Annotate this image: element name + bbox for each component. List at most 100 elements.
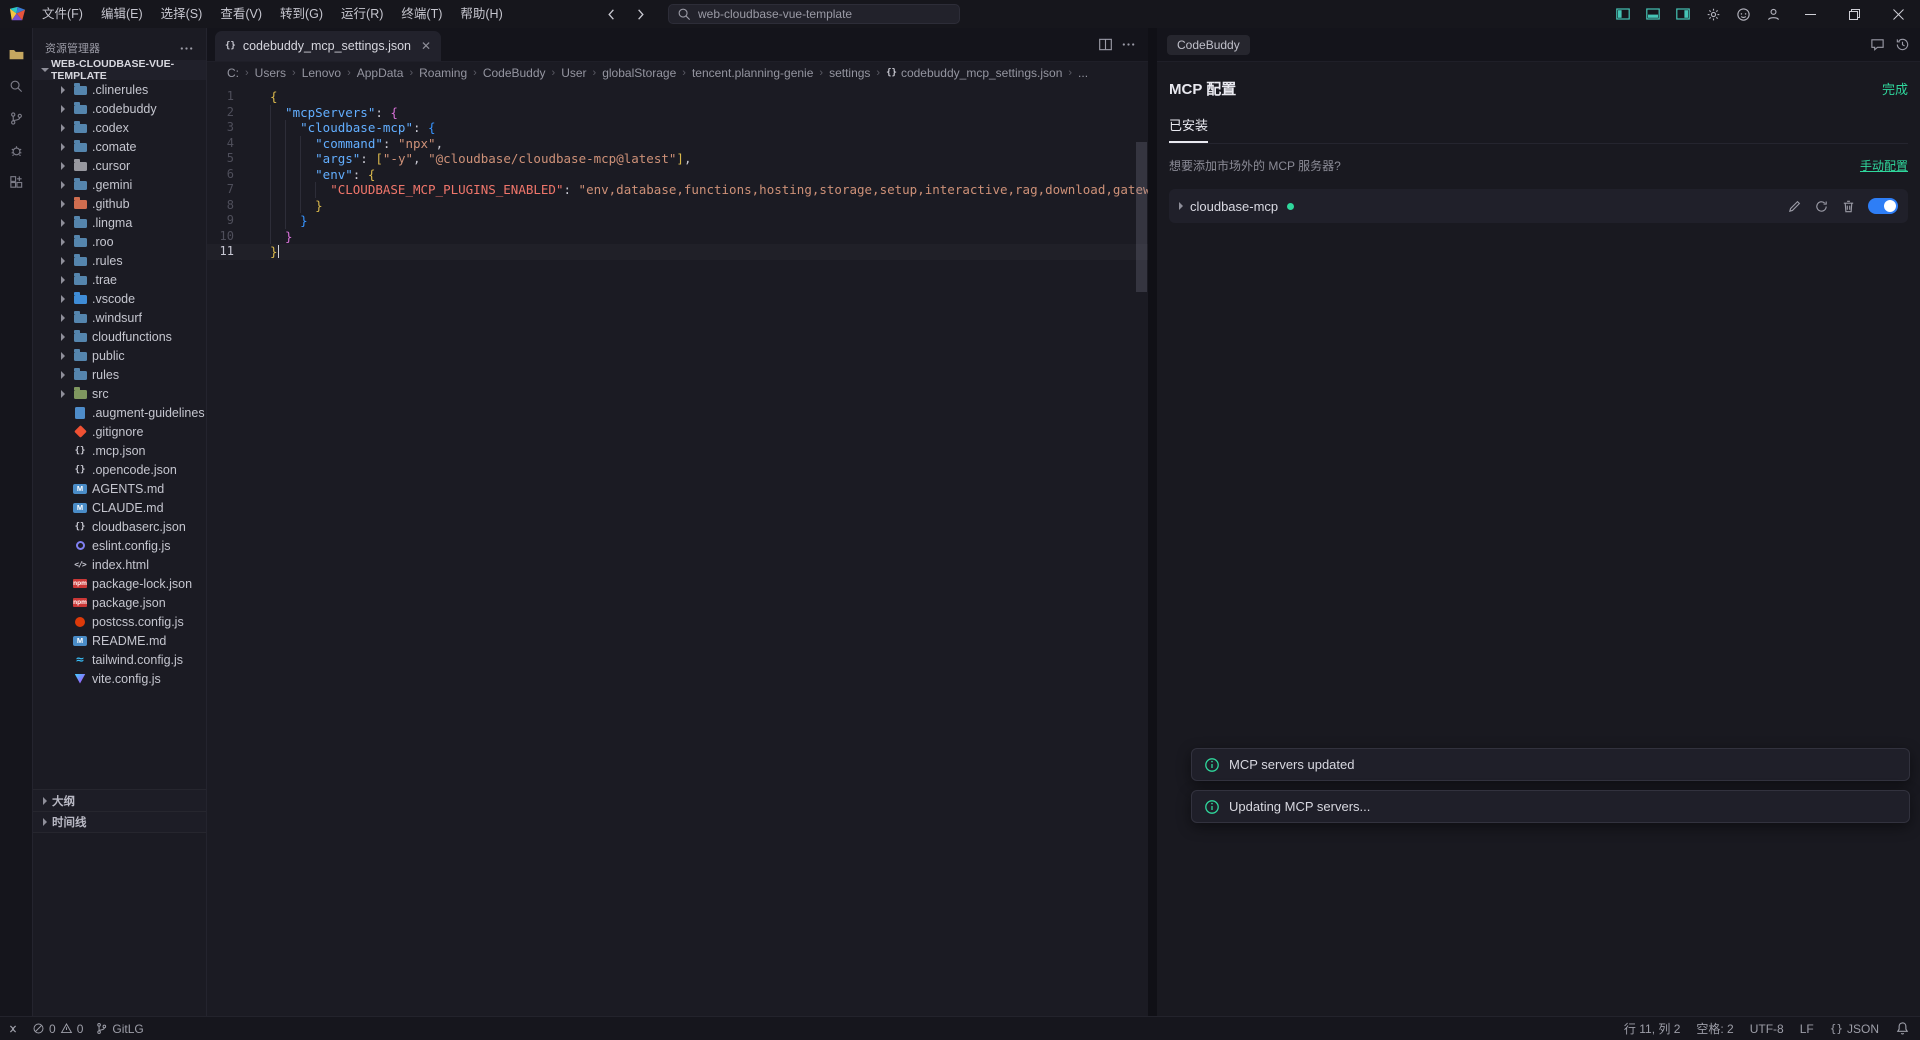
close-icon[interactable]: [1876, 0, 1920, 28]
tree-item-tailwind.config.js[interactable]: ≈ tailwind.config.js: [33, 650, 206, 669]
mcp-server-row[interactable]: cloudbase-mcp: [1169, 189, 1908, 223]
forward-arrow-icon[interactable]: [633, 7, 648, 22]
language-mode[interactable]: {} JSON: [1830, 1022, 1879, 1036]
codebuddy-tab[interactable]: CodeBuddy: [1167, 34, 1250, 55]
history-icon[interactable]: [1895, 37, 1910, 52]
tree-item-package-lock.json[interactable]: npm package-lock.json: [33, 574, 206, 593]
back-arrow-icon[interactable]: [604, 7, 619, 22]
tree-item-.github[interactable]: .github: [33, 194, 206, 213]
tree-item-eslint.config.js[interactable]: eslint.config.js: [33, 536, 206, 555]
menu-item[interactable]: 运行(R): [332, 0, 392, 28]
breadcrumb-item[interactable]: tencent.planning-genie: [692, 66, 813, 80]
tree-item-.augment-guidelines[interactable]: .augment-guidelines: [33, 403, 206, 422]
tree-item-.roo[interactable]: .roo: [33, 232, 206, 251]
breadcrumb-item[interactable]: CodeBuddy: [483, 66, 546, 80]
tree-item-CLAUDE.md[interactable]: M CLAUDE.md: [33, 498, 206, 517]
manual-config-link[interactable]: 手动配置: [1860, 157, 1908, 174]
more-icon[interactable]: [1121, 37, 1136, 52]
breadcrumb-item[interactable]: globalStorage: [602, 66, 676, 80]
tree-item-.comate[interactable]: .comate: [33, 137, 206, 156]
delete-icon[interactable]: [1841, 199, 1856, 214]
menu-item[interactable]: 查看(V): [211, 0, 271, 28]
menu-item[interactable]: 终端(T): [392, 0, 451, 28]
code-line-11[interactable]: 11}: [207, 244, 1148, 260]
server-enabled-toggle[interactable]: [1868, 198, 1898, 214]
tree-item-public[interactable]: public: [33, 346, 206, 365]
code-line-10[interactable]: 10}: [207, 229, 1148, 245]
restore-icon[interactable]: [1832, 0, 1876, 28]
tree-item-postcss.config.js[interactable]: postcss.config.js: [33, 612, 206, 631]
code-line-6[interactable]: 6 "env": {: [207, 167, 1148, 183]
cursor-position[interactable]: 行 11, 列 2: [1624, 1020, 1680, 1037]
tree-item-vite.config.js[interactable]: vite.config.js: [33, 669, 206, 688]
tree-item-AGENTS.md[interactable]: M AGENTS.md: [33, 479, 206, 498]
close-tab-icon[interactable]: ✕: [421, 39, 431, 53]
menu-item[interactable]: 文件(F): [33, 0, 92, 28]
feedback-icon[interactable]: [1870, 37, 1885, 52]
breadcrumb-item[interactable]: {} codebuddy_mcp_settings.json: [886, 66, 1062, 80]
source-control-icon[interactable]: [0, 102, 33, 134]
layout-sidebar-right-icon[interactable]: [1668, 0, 1698, 28]
split-editor-icon[interactable]: [1098, 37, 1113, 52]
refresh-icon[interactable]: [1814, 199, 1829, 214]
code-line-2[interactable]: 2 "mcpServers": {: [207, 105, 1148, 121]
indentation[interactable]: 空格: 2: [1696, 1020, 1733, 1037]
encoding[interactable]: UTF-8: [1750, 1022, 1784, 1036]
editor-tab-active[interactable]: {} codebuddy_mcp_settings.json ✕: [215, 31, 442, 61]
breadcrumb-item[interactable]: Lenovo: [302, 66, 341, 80]
notification-toast[interactable]: Updating MCP servers...: [1191, 790, 1910, 823]
layout-panel-bottom-icon[interactable]: [1638, 0, 1668, 28]
menu-item[interactable]: 选择(S): [152, 0, 212, 28]
done-button[interactable]: 完成: [1882, 79, 1908, 98]
settings-gear-icon[interactable]: [1698, 0, 1728, 28]
tree-item-.codex[interactable]: .codex: [33, 118, 206, 137]
tree-item-package.json[interactable]: npm package.json: [33, 593, 206, 612]
tree-item-.cursor[interactable]: .cursor: [33, 156, 206, 175]
explorer-icon[interactable]: [0, 38, 33, 70]
code-line-3[interactable]: 3 "cloudbase-mcp": {: [207, 120, 1148, 136]
tree-item-.gemini[interactable]: .gemini: [33, 175, 206, 194]
account-icon[interactable]: [1758, 0, 1788, 28]
remote-icon[interactable]: [6, 1022, 20, 1036]
tree-root-folder[interactable]: WEB-CLOUDBASE-VUE-TEMPLATE: [33, 58, 206, 82]
tree-item-.rules[interactable]: .rules: [33, 251, 206, 270]
sidebar-panel-大纲[interactable]: 大纲: [33, 789, 206, 811]
breadcrumb-item[interactable]: User: [561, 66, 586, 80]
layout-sidebar-left-icon[interactable]: [1608, 0, 1638, 28]
eol[interactable]: LF: [1800, 1022, 1814, 1036]
problems-indicator[interactable]: 0 0: [32, 1022, 83, 1036]
extensions-icon[interactable]: [0, 166, 33, 198]
code-line-9[interactable]: 9}: [207, 213, 1148, 229]
debug-icon[interactable]: [0, 134, 33, 166]
tree-item-index.html[interactable]: </> index.html: [33, 555, 206, 574]
code-line-8[interactable]: 8}: [207, 198, 1148, 214]
command-center-search[interactable]: web-cloudbase-vue-template: [668, 4, 960, 24]
breadcrumb-item[interactable]: Roaming: [419, 66, 467, 80]
more-actions-icon[interactable]: [179, 41, 194, 56]
tab-installed[interactable]: 已安装: [1169, 115, 1209, 143]
breadcrumb-item[interactable]: Users: [255, 66, 286, 80]
sidebar-panel-时间线[interactable]: 时间线: [33, 811, 206, 833]
notification-toast[interactable]: MCP servers updated: [1191, 748, 1910, 781]
breadcrumb-item[interactable]: AppData: [357, 66, 404, 80]
search-icon[interactable]: [0, 70, 33, 102]
breadcrumb-item[interactable]: settings: [829, 66, 870, 80]
tree-item-src[interactable]: src: [33, 384, 206, 403]
code-editor[interactable]: 1{2 "mcpServers": {3 "cloudbase-mcp": {4 "c…: [207, 84, 1148, 1016]
menu-item[interactable]: 转到(G): [271, 0, 332, 28]
tree-item-README.md[interactable]: M README.md: [33, 631, 206, 650]
tree-item-.vscode[interactable]: .vscode: [33, 289, 206, 308]
panel-resize-sash[interactable]: [1148, 28, 1157, 1016]
code-line-1[interactable]: 1{: [207, 89, 1148, 105]
code-line-7[interactable]: 7 "CLOUDBASE_MCP_PLUGINS_ENABLED": "env,d…: [207, 182, 1148, 198]
tree-item-rules[interactable]: rules: [33, 365, 206, 384]
menu-item[interactable]: 帮助(H): [451, 0, 511, 28]
tree-item-.mcp.json[interactable]: {} .mcp.json: [33, 441, 206, 460]
tree-item-cloudfunctions[interactable]: cloudfunctions: [33, 327, 206, 346]
tree-item-.trae[interactable]: .trae: [33, 270, 206, 289]
tree-item-.windsurf[interactable]: .windsurf: [33, 308, 206, 327]
tree-item-.clinerules[interactable]: .clinerules: [33, 80, 206, 99]
menu-item[interactable]: 编辑(E): [92, 0, 152, 28]
breadcrumb-item[interactable]: C:: [227, 66, 239, 80]
editor-scrollbar[interactable]: [1136, 142, 1147, 292]
